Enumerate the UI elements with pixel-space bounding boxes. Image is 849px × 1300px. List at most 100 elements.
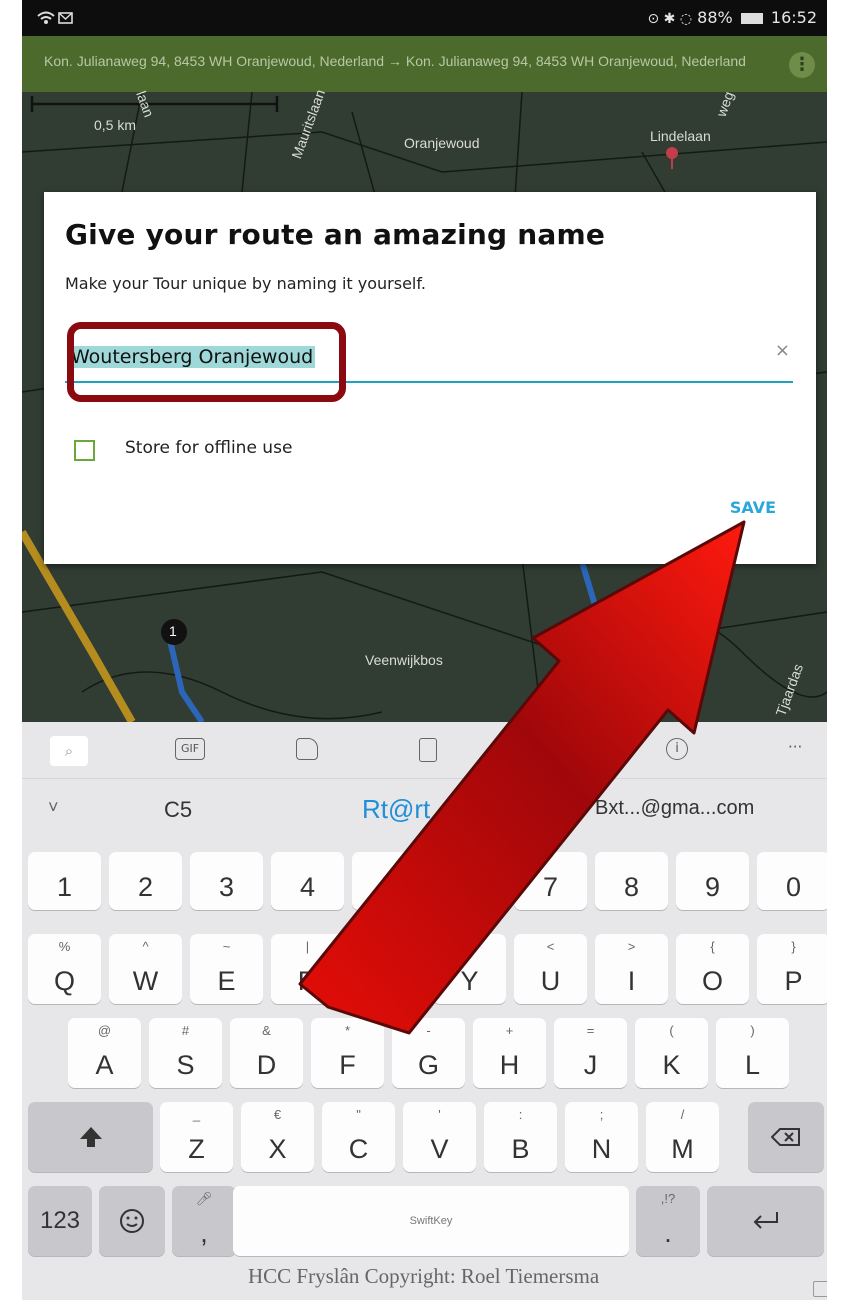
key-i-secondary: >: [627, 939, 636, 954]
key-n[interactable]: ; N: [565, 1102, 638, 1172]
key-v-label: V: [430, 1134, 449, 1164]
offline-checkbox-label[interactable]: Store for offline use: [125, 438, 292, 458]
suggestion-bar: ˅ C5 Rt@rt Bxt...@gma...com: [22, 778, 827, 843]
key-4[interactable]: 4: [271, 852, 344, 910]
suggestion-2[interactable]: Rt@rt: [362, 794, 430, 825]
key-v[interactable]: ' V: [403, 1102, 476, 1172]
key-y[interactable]: ] Y: [433, 934, 506, 1004]
key-u[interactable]: < U: [514, 934, 587, 1004]
key-3[interactable]: 3: [190, 852, 263, 910]
key-u-secondary: <: [546, 939, 555, 954]
num-toggle-key[interactable]: 123: [28, 1186, 92, 1256]
key-r-label: R: [297, 966, 318, 996]
offline-checkbox[interactable]: [74, 440, 95, 461]
route-text: Kon. Julianaweg 94, 8453 WH Oranjewoud, …: [44, 53, 746, 69]
route-bar[interactable]: Kon. Julianaweg 94, 8453 WH Oranjewoud, …: [22, 36, 827, 92]
key-0[interactable]: 0: [757, 852, 827, 910]
save-button[interactable]: SAVE: [730, 498, 776, 517]
key-k[interactable]: (K: [635, 1018, 708, 1088]
suggestion-1[interactable]: C5: [164, 797, 192, 823]
enter-key[interactable]: [707, 1186, 824, 1256]
key-s-label: S: [176, 1050, 195, 1080]
key-m[interactable]: / M: [646, 1102, 719, 1172]
comma-label: ,: [200, 1218, 208, 1248]
key-c[interactable]: " C: [322, 1102, 395, 1172]
key-y-label: Y: [460, 966, 479, 996]
period-label: .: [664, 1218, 672, 1248]
status-right: ⊙ ✱ ◌ 88% 16:52: [647, 8, 817, 27]
collapse-icon[interactable]: ˅: [48, 797, 59, 818]
key-a[interactable]: @ A: [68, 1018, 141, 1088]
suggestion-3[interactable]: Bxt...@gma...com: [595, 797, 754, 820]
key-w-label: W: [132, 966, 159, 996]
key-6-label: 6: [461, 872, 478, 902]
key-j-label: J: [583, 1050, 598, 1080]
key-t[interactable]: [T: [352, 934, 425, 1004]
key-u-label: U: [540, 966, 561, 996]
sticker-icon[interactable]: [296, 738, 318, 760]
key-p[interactable]: } P: [757, 934, 827, 1004]
key-5[interactable]: 5: [352, 852, 425, 910]
period-key[interactable]: ,!? .: [636, 1186, 700, 1256]
key-b-label: B: [511, 1134, 530, 1164]
key-i[interactable]: > I: [595, 934, 668, 1004]
key-3-label: 3: [218, 872, 235, 902]
space-key[interactable]: SwiftKey: [233, 1186, 629, 1256]
key-h[interactable]: + H: [473, 1018, 546, 1088]
key-q[interactable]: % Q: [28, 934, 101, 1004]
key-l-secondary: ): [750, 1023, 755, 1038]
key-j[interactable]: = J: [554, 1018, 627, 1088]
keyboard-hide-icon[interactable]: [813, 1281, 827, 1297]
key-g[interactable]: -G: [392, 1018, 465, 1088]
key-w-secondary: ^: [142, 939, 149, 954]
key-r[interactable]: | R: [271, 934, 344, 1004]
gif-button[interactable]: GIF: [175, 738, 205, 760]
key-f[interactable]: * F: [311, 1018, 384, 1088]
key-z[interactable]: _ Z: [160, 1102, 233, 1172]
highlight-box: [67, 322, 346, 402]
key-5-label: 5: [380, 872, 397, 902]
num-toggle-label: 123: [39, 1207, 81, 1234]
backspace-key[interactable]: [748, 1102, 824, 1172]
emoji-key[interactable]: [99, 1186, 165, 1256]
more-icon[interactable]: ···: [788, 738, 802, 756]
key-k-label: K: [662, 1050, 681, 1080]
more-vert-icon[interactable]: ⋮: [789, 52, 815, 78]
key-9[interactable]: 9: [676, 852, 749, 910]
key-8[interactable]: 8: [595, 852, 668, 910]
key-1[interactable]: 1: [28, 852, 101, 910]
key-s[interactable]: # S: [149, 1018, 222, 1088]
scale-label: 0,5 km: [94, 117, 137, 133]
key-w[interactable]: ^ W: [109, 934, 182, 1004]
map-label-oranjewoud: Oranjewoud: [404, 135, 480, 151]
key-x[interactable]: € X: [241, 1102, 314, 1172]
key-g-secondary: -: [426, 1023, 431, 1038]
key-8-label: 8: [623, 872, 640, 902]
shift-key[interactable]: [28, 1102, 153, 1172]
key-l[interactable]: ) L: [716, 1018, 789, 1088]
search-icon[interactable]: ⌕: [50, 736, 88, 766]
key-d-secondary: &: [262, 1023, 271, 1038]
clear-icon[interactable]: ×: [775, 340, 790, 361]
key-e[interactable]: ~ E: [190, 934, 263, 1004]
key-d[interactable]: & D: [230, 1018, 303, 1088]
phone-screen: ⊙ ✱ ◌ 88% 16:52 Kon. Julianaweg 94, 8453…: [22, 0, 827, 1300]
map-label-veenwijkbos: Veenwijkbos: [365, 652, 443, 668]
status-bar: ⊙ ✱ ◌ 88% 16:52: [22, 0, 827, 36]
key-y-secondary: ]: [467, 939, 472, 954]
key-n-label: N: [591, 1134, 612, 1164]
key-b[interactable]: :B: [484, 1102, 557, 1172]
clipboard-icon[interactable]: [419, 738, 437, 762]
key-6[interactable]: 6: [433, 852, 506, 910]
clock: 16:52: [770, 8, 817, 27]
info-icon[interactable]: i: [666, 738, 688, 760]
key-2[interactable]: 2: [109, 852, 182, 910]
key-o[interactable]: {O: [676, 934, 749, 1004]
comma-key[interactable]: 🎤︎ ,: [172, 1186, 236, 1256]
route-marker-label[interactable]: 1: [169, 623, 177, 639]
keyboard: ⌕ GIF i ··· ˅ C5 Rt@rt Bxt...@gma...com …: [22, 722, 827, 1300]
key-7[interactable]: 7: [514, 852, 587, 910]
period-sec-label: ,!?: [660, 1191, 676, 1206]
key-v-secondary: ': [438, 1107, 441, 1122]
key-t-secondary: [: [386, 939, 391, 954]
